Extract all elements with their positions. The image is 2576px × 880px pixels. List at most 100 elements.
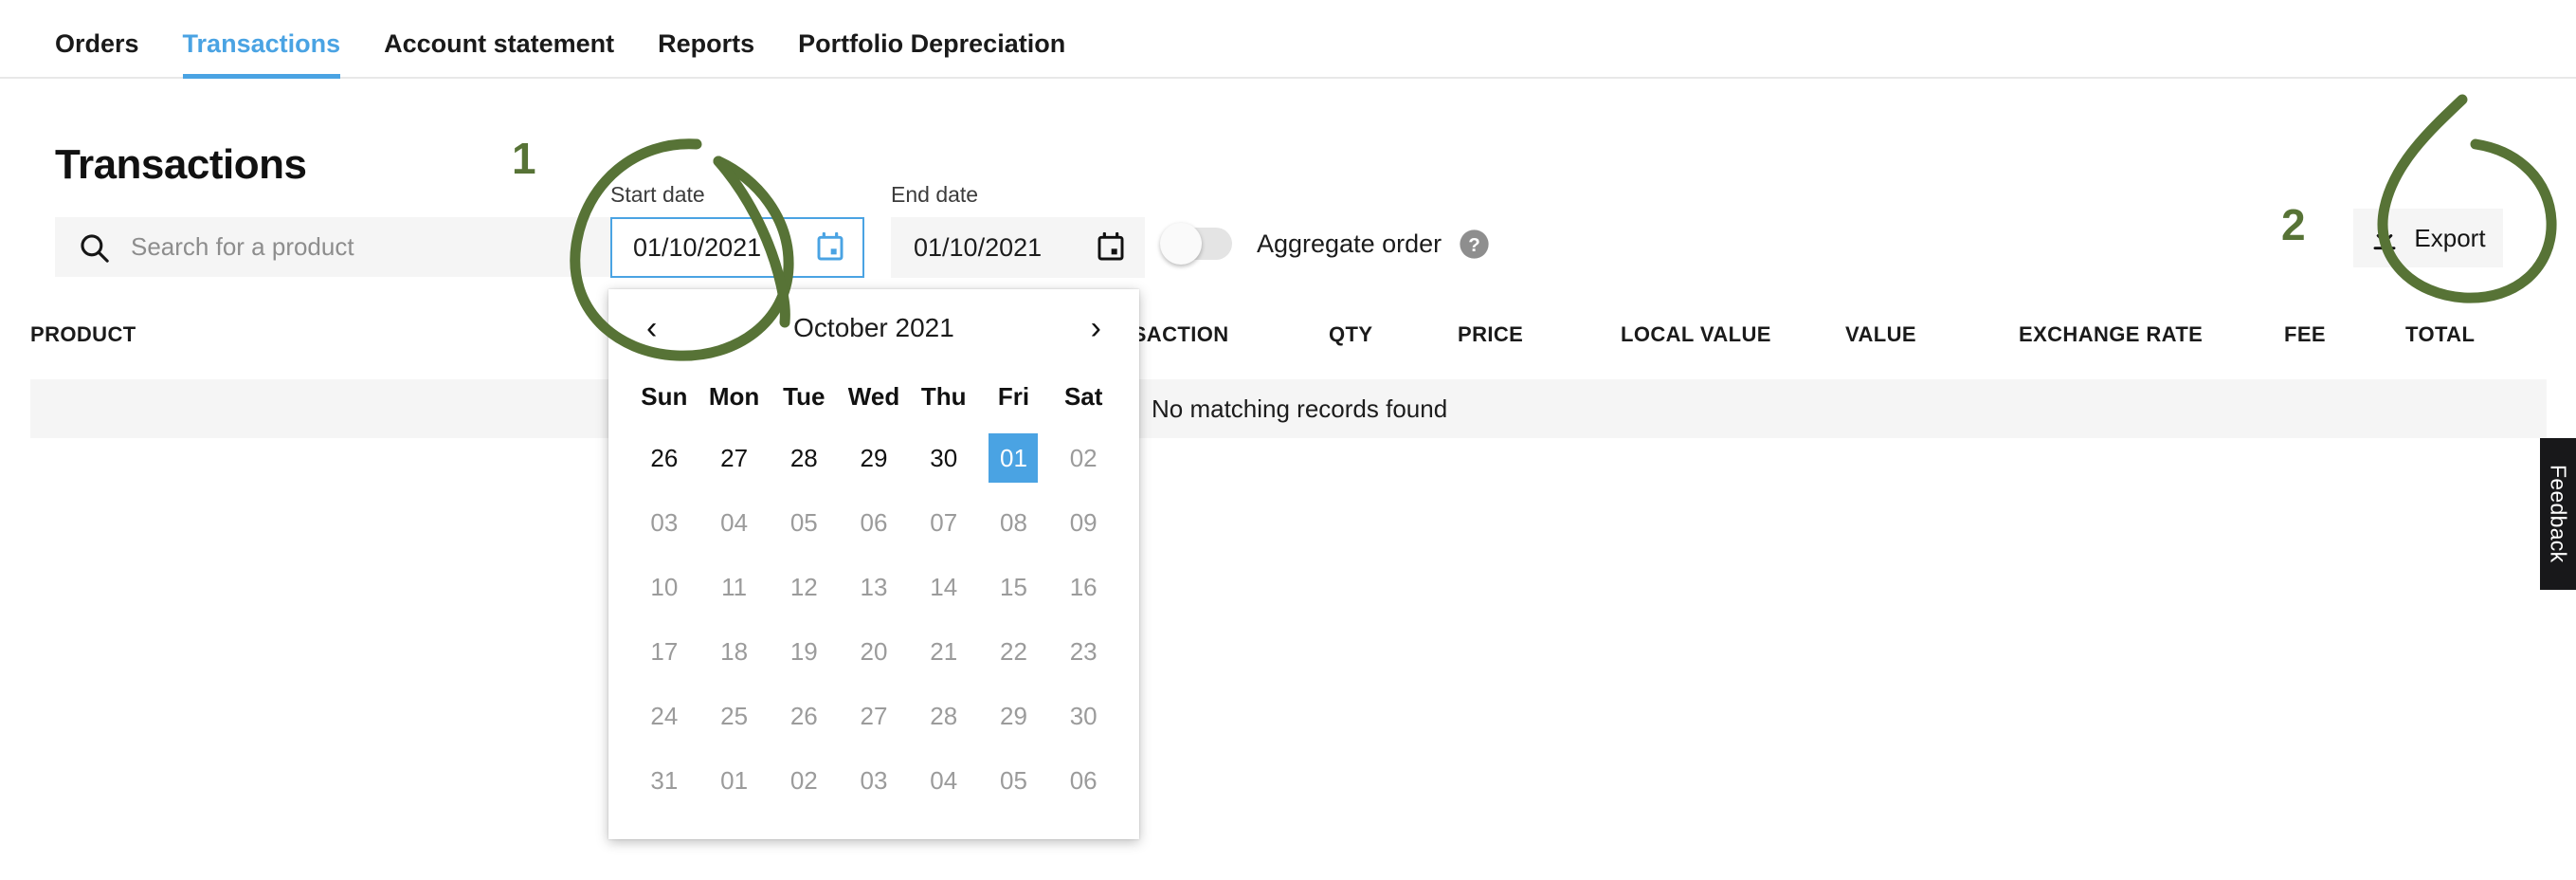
calendar-cell: 17 xyxy=(629,619,699,684)
calendar-day-01-selected[interactable]: 01 xyxy=(989,433,1039,483)
weekday-sun: Sun xyxy=(641,381,688,411)
calendar-day-03[interactable]: 03 xyxy=(629,490,699,555)
calendar-week-row: 24 25 26 27 28 29 30 xyxy=(629,684,1118,748)
calendar-day-14[interactable]: 14 xyxy=(909,555,979,619)
calendar-day-05[interactable]: 05 xyxy=(979,748,1049,813)
export-label: Export xyxy=(2414,223,2486,252)
calendar-day-07[interactable]: 07 xyxy=(909,490,979,555)
calendar-day-30[interactable]: 30 xyxy=(1048,684,1118,748)
calendar-cell: 07 xyxy=(909,490,979,555)
calendar-cell: 03 xyxy=(839,748,909,813)
calendar-cell: 02 xyxy=(1048,426,1118,490)
transactions-page: Orders Transactions Account statement Repor… xyxy=(0,0,2576,880)
calendar-month-label: October 2021 xyxy=(793,313,954,342)
column-header-fee: FEE xyxy=(2284,322,2326,346)
calendar-day-29[interactable]: 29 xyxy=(839,426,909,490)
calendar-cell: 12 xyxy=(769,555,839,619)
tab-reports[interactable]: Reports xyxy=(658,31,754,77)
tab-account-statement[interactable]: Account statement xyxy=(384,31,614,77)
end-date-value: 01/10/2021 xyxy=(914,232,1043,262)
calendar-day-26[interactable]: 26 xyxy=(769,684,839,748)
calendar-week-row: 03 04 05 06 07 08 09 xyxy=(629,490,1118,555)
table-empty-row: No matching records found xyxy=(30,379,2547,438)
weekday-wed: Wed xyxy=(847,381,900,411)
start-date-field: Start date 01/10/2021 xyxy=(610,182,864,278)
calendar-day-23[interactable]: 23 xyxy=(1048,619,1118,684)
calendar-day-06[interactable]: 06 xyxy=(1048,748,1118,813)
calendar-cell: 30 xyxy=(909,426,979,490)
calendar-day-15[interactable]: 15 xyxy=(979,555,1049,619)
calendar-day-26[interactable]: 26 xyxy=(629,426,699,490)
calendar-day-24[interactable]: 24 xyxy=(629,684,699,748)
tab-transactions[interactable]: Transactions xyxy=(182,31,340,79)
calendar-day-03[interactable]: 03 xyxy=(839,748,909,813)
calendar-cell: 13 xyxy=(839,555,909,619)
column-header-price: PRICE xyxy=(1458,322,1524,346)
calendar-cell: 28 xyxy=(909,684,979,748)
annotation-number-2: 2 xyxy=(2281,200,2306,249)
start-date-value: 01/10/2021 xyxy=(633,232,762,262)
end-date-label: End date xyxy=(891,182,979,207)
calendar-day-06[interactable]: 06 xyxy=(839,490,909,555)
calendar-day-17[interactable]: 17 xyxy=(629,619,699,684)
calendar-cell: 25 xyxy=(699,684,770,748)
calendar-day-19[interactable]: 19 xyxy=(769,619,839,684)
calendar-day-22[interactable]: 22 xyxy=(979,619,1049,684)
chevron-right-icon[interactable]: › xyxy=(1091,312,1101,344)
start-date-input[interactable]: 01/10/2021 xyxy=(610,217,864,278)
aggregate-order-label: Aggregate order xyxy=(1257,229,1442,258)
calendar-day-04[interactable]: 04 xyxy=(909,748,979,813)
calendar-day-13[interactable]: 13 xyxy=(839,555,909,619)
calendar-icon[interactable] xyxy=(1096,231,1126,263)
calendar-day-12[interactable]: 12 xyxy=(769,555,839,619)
calendar-day-31[interactable]: 31 xyxy=(629,748,699,813)
calendar-icon[interactable] xyxy=(815,231,845,263)
calendar-day-02[interactable]: 02 xyxy=(1048,426,1118,490)
aggregate-order-toggle[interactable] xyxy=(1160,223,1232,265)
calendar-day-20[interactable]: 20 xyxy=(839,619,909,684)
search-input[interactable] xyxy=(129,231,660,263)
calendar-cell: 02 xyxy=(769,748,839,813)
calendar-day-27[interactable]: 27 xyxy=(699,426,770,490)
calendar-day-11[interactable]: 11 xyxy=(699,555,770,619)
column-header-value: VALUE xyxy=(1845,322,1916,346)
calendar-day-25[interactable]: 25 xyxy=(699,684,770,748)
feedback-label: Feedback xyxy=(2546,465,2571,563)
calendar-day-09[interactable]: 09 xyxy=(1048,490,1118,555)
calendar-day-28[interactable]: 28 xyxy=(769,426,839,490)
calendar-day-08[interactable]: 08 xyxy=(979,490,1049,555)
feedback-tab[interactable]: Feedback xyxy=(2540,438,2576,590)
calendar-cell: 19 xyxy=(769,619,839,684)
column-header-exchange_rate: EXCHANGE RATE xyxy=(2019,322,2204,346)
column-header-total: TOTAL xyxy=(2405,322,2476,346)
chevron-left-icon[interactable]: ‹ xyxy=(646,312,657,344)
calendar-cell: 29 xyxy=(979,684,1049,748)
calendar-day-02[interactable]: 02 xyxy=(769,748,839,813)
calendar-weekday-row: Sun Mon Tue Wed Thu Fri Sat xyxy=(629,367,1118,426)
calendar-cell: 29 xyxy=(839,426,909,490)
calendar-cell: 01 xyxy=(979,426,1049,490)
calendar-day-01[interactable]: 01 xyxy=(699,748,770,813)
calendar-day-28[interactable]: 28 xyxy=(909,684,979,748)
question-mark-icon[interactable]: ? xyxy=(1459,229,1490,260)
end-date-field: End date 01/10/2021 xyxy=(891,182,1145,278)
calendar-cell: 24 xyxy=(629,684,699,748)
calendar-day-29[interactable]: 29 xyxy=(979,684,1049,748)
tab-orders[interactable]: Orders xyxy=(55,31,139,77)
export-button[interactable]: Export xyxy=(2353,209,2503,267)
calendar-day-16[interactable]: 16 xyxy=(1048,555,1118,619)
column-header-qty: QTY xyxy=(1329,322,1373,346)
calendar-cell: 27 xyxy=(839,684,909,748)
calendar-day-21[interactable]: 21 xyxy=(909,619,979,684)
calendar-day-04[interactable]: 04 xyxy=(699,490,770,555)
calendar-cell: 30 xyxy=(1048,684,1118,748)
calendar-day-18[interactable]: 18 xyxy=(699,619,770,684)
calendar-week-row: 10 11 12 13 14 15 16 xyxy=(629,555,1118,619)
end-date-input[interactable]: 01/10/2021 xyxy=(891,217,1145,278)
calendar-day-10[interactable]: 10 xyxy=(629,555,699,619)
calendar-day-05[interactable]: 05 xyxy=(769,490,839,555)
tab-portfolio-depreciation[interactable]: Portfolio Depreciation xyxy=(798,31,1065,77)
calendar-day-27[interactable]: 27 xyxy=(839,684,909,748)
calendar-header: ‹ October 2021 › xyxy=(608,289,1139,367)
calendar-day-30[interactable]: 30 xyxy=(909,426,979,490)
